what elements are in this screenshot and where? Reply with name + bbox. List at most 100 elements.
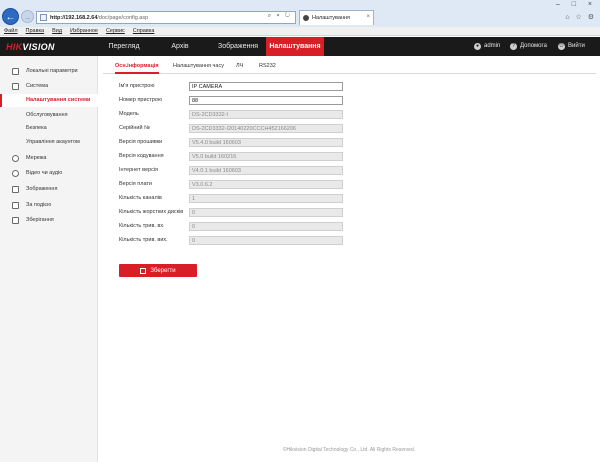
sidebar-item-label: Локальні параметри (26, 68, 78, 74)
model-row: Модель DS-2CD3332-I (119, 110, 349, 120)
globe-icon (12, 154, 19, 162)
firmware-label: Версія прошивки (119, 139, 163, 145)
sidebar-subitem-system-settings[interactable]: Налаштування системи (0, 94, 98, 107)
browser-toolbar: ← → http://192.168.2.64/doc/page/config.… (0, 0, 600, 27)
device-number-label: Номер пристрою (119, 97, 163, 103)
help-icon: ? (510, 43, 517, 50)
hdd-count-row: Кількість жорстких дисків 0 (119, 208, 349, 218)
url-path: /doc/page/config.asp (97, 14, 149, 21)
channels-row: Кількість каналів 1 (119, 194, 349, 204)
sidebar-item-storage[interactable]: Зберігання (0, 213, 98, 227)
board-version-row: Версія плати V3.0.6.2 (119, 180, 349, 190)
sidebar-subitem-user-management[interactable]: Управління акаунтом (0, 136, 98, 149)
alarm-outputs-row: Кількість трив. вих. 0 (119, 236, 349, 246)
save-icon (140, 267, 147, 274)
menu-file[interactable]: Файл (4, 28, 18, 34)
menu-tools[interactable]: Сервис (106, 28, 125, 34)
logout-link[interactable]: ⏻ Вийти (558, 37, 585, 56)
tab-rs232[interactable]: RS232 (259, 63, 276, 74)
subtab-bar: Осн.інформація Налаштування часу ЛЧ RS23… (103, 60, 596, 74)
firmware-row: Версія прошивки V5.4.0 build 160603 (119, 138, 349, 148)
encoding-version-field: V5.0 build 160216 (189, 152, 343, 161)
tab-configuration[interactable]: Налаштування (266, 37, 324, 56)
tab-dst[interactable]: ЛЧ (236, 63, 243, 74)
hdd-count-label: Кількість жорстких дисків (119, 209, 184, 215)
encoding-version-label: Версія кодування (119, 153, 164, 159)
tab-playback[interactable]: Архів (160, 37, 200, 56)
sidebar-item-image[interactable]: Зображення (0, 182, 98, 196)
device-name-row: Ім'я пристрою IP CAMERA (119, 82, 349, 92)
channels-label: Кількість каналів (119, 195, 162, 201)
user-name: admin (484, 43, 501, 49)
help-link[interactable]: ? Допомога (510, 37, 547, 56)
web-version-row: Інтернет версія V4.0.1 build 160603 (119, 166, 349, 176)
tab-basic-info[interactable]: Осн.інформація (115, 63, 159, 74)
tab-title: Налаштування (312, 15, 351, 21)
forward-arrow-icon[interactable]: → (21, 10, 34, 23)
sidebar: Локальні параметри Система Налаштування … (0, 56, 98, 462)
sidebar-subitem-maintenance[interactable]: Обслуговування (0, 109, 98, 122)
web-version-label: Інтернет версія (119, 167, 159, 173)
sidebar-subitem-security[interactable]: Безпека (0, 122, 98, 135)
menu-help[interactable]: Справка (133, 28, 155, 34)
web-version-field: V4.0.1 build 160603 (189, 166, 343, 175)
sidebar-item-network[interactable]: Мережа (0, 151, 98, 165)
logout-icon: ⏻ (558, 43, 565, 50)
config-content: Осн.інформація Налаштування часу ЛЧ RS23… (99, 56, 600, 462)
device-name-input[interactable]: IP CAMERA (189, 82, 343, 91)
hikvision-logo: HIKVISION (6, 42, 55, 52)
browser-menu-bar: Файл Правка Вид Избранное Сервис Справка (0, 27, 600, 36)
tab-time-settings[interactable]: Налаштування часу (173, 63, 224, 74)
tab-close-icon[interactable]: × (366, 14, 370, 20)
sidebar-item-label: Система (26, 83, 49, 89)
model-field: DS-2CD3332-I (189, 110, 343, 119)
sidebar-item-label: Зберігання (26, 217, 54, 223)
save-button-label: Зберегти (150, 267, 176, 274)
home-star-gear-icons[interactable]: ⌂ ☆ ⚙ (565, 13, 596, 21)
alarm-inputs-label: Кількість трив. вх. (119, 223, 165, 229)
user-icon: ● (474, 43, 481, 50)
device-number-input[interactable]: 88 (189, 96, 343, 105)
page-icon (40, 14, 47, 21)
alarm-inputs-row: Кількість трив. вх. 0 (119, 222, 349, 232)
monitor-icon (12, 67, 19, 75)
browser-tab[interactable]: Налаштування × (299, 10, 374, 25)
board-version-label: Версія плати (119, 181, 152, 187)
hdd-count-field: 0 (189, 208, 343, 217)
help-label: Допомога (520, 43, 547, 49)
device-number-row: Номер пристрою 88 (119, 96, 349, 106)
menu-view[interactable]: Вид (52, 28, 62, 34)
back-arrow-icon[interactable]: ← (2, 8, 19, 25)
tab-picture[interactable]: Зображення (210, 37, 266, 56)
board-version-field: V3.0.6.2 (189, 180, 343, 189)
copyright-footer: ©Hikvision Digital Technology Co., Ltd. … (282, 447, 416, 453)
firmware-field: V5.4.0 build 160603 (189, 138, 343, 147)
user-menu[interactable]: ● admin (474, 37, 500, 56)
sidebar-item-label: Зображення (26, 186, 58, 192)
sidebar-item-event[interactable]: За подією (0, 198, 98, 212)
tab-live-view[interactable]: Перегляд (100, 37, 148, 56)
address-bar[interactable]: http://192.168.2.64/doc/page/config.asp … (36, 11, 296, 24)
serial-row: Серійний № DS-2CD3332-I20140220CCCH45216… (119, 124, 349, 134)
url-text: http://192.168.2.64/doc/page/config.asp (50, 15, 148, 21)
menu-edit[interactable]: Правка (26, 28, 45, 34)
image-icon (12, 185, 19, 193)
serial-label: Серійний № (119, 125, 150, 131)
menu-favorites[interactable]: Избранное (70, 28, 98, 34)
sidebar-item-label: Мережа (26, 155, 47, 161)
event-icon (12, 201, 19, 209)
app-header: HIKVISION Перегляд Архів Зображення Нала… (0, 37, 600, 56)
alarm-outputs-label: Кількість трив. вих. (119, 237, 168, 243)
channels-field: 1 (189, 194, 343, 203)
search-refresh-icons[interactable]: ⌕ ▾ ↻ (268, 13, 292, 20)
sidebar-item-system[interactable]: Система (0, 79, 98, 93)
save-button[interactable]: Зберегти (119, 264, 197, 277)
sidebar-item-label: За подією (26, 202, 52, 208)
window-controls[interactable]: – □ × (556, 1, 597, 8)
sidebar-item-local[interactable]: Локальні параметри (0, 64, 98, 78)
encoding-version-row: Версія кодування V5.0 build 160216 (119, 152, 349, 162)
alarm-inputs-field: 0 (189, 222, 343, 231)
logout-label: Вийти (568, 43, 585, 49)
sidebar-item-video-audio[interactable]: Відео чи аудіо (0, 166, 98, 180)
sidebar-item-label: Відео чи аудіо (26, 170, 63, 176)
